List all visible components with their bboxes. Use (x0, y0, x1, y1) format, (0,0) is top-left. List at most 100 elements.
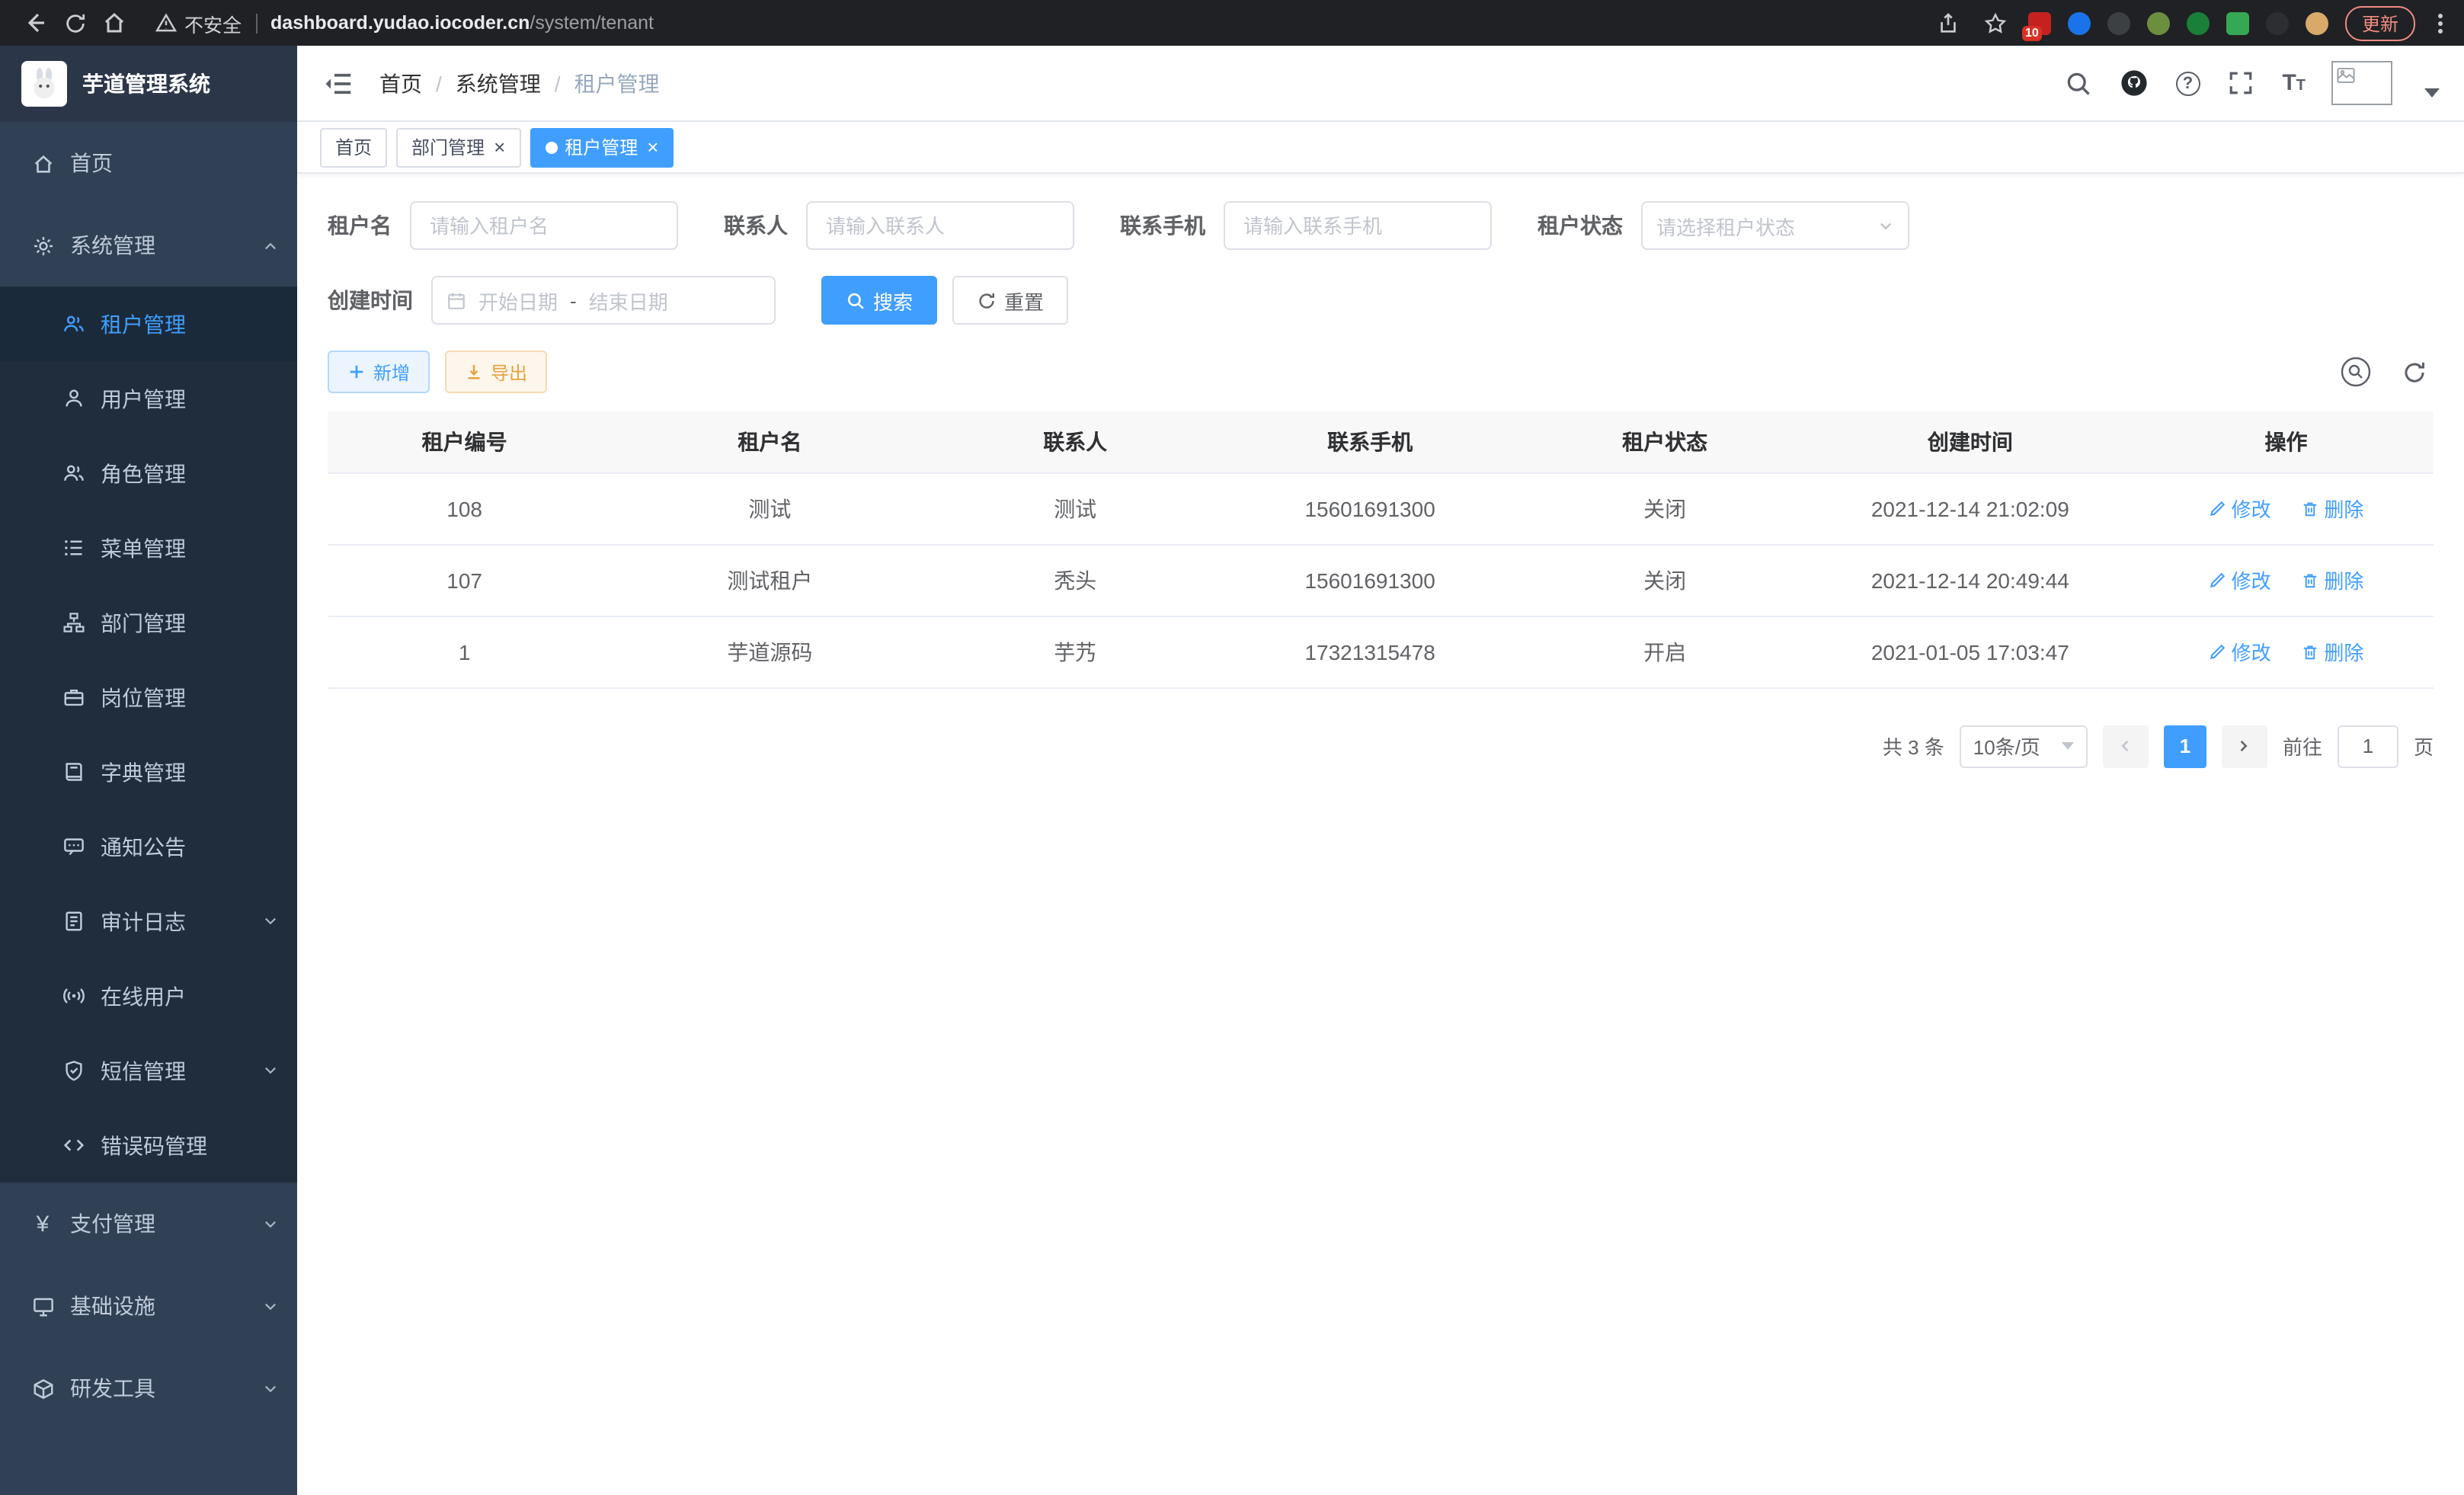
extension-icon[interactable] (2107, 11, 2130, 34)
dict-book-icon (61, 760, 85, 784)
mobile-input[interactable] (1224, 201, 1492, 250)
chevron-down-icon (261, 1215, 279, 1233)
extension-icon[interactable] (2226, 11, 2249, 34)
browser-home-icon[interactable] (94, 3, 134, 43)
create-time-range-picker[interactable]: 开始日期 - 结束日期 (431, 276, 776, 325)
sidebar-item-menu[interactable]: 菜单管理 (0, 511, 297, 585)
trash-icon (2301, 642, 2319, 661)
sidebar-item-system[interactable]: 系统管理 (0, 204, 297, 287)
browser-menu-icon[interactable] (2432, 10, 2449, 36)
breadcrumb-item[interactable]: 首页 (379, 68, 422, 98)
status-select[interactable]: 请选择租户状态 (1641, 201, 1909, 250)
extension-icon[interactable] (2068, 11, 2091, 34)
home-icon (30, 151, 55, 175)
cell-contact: 芋艿 (939, 616, 1212, 687)
next-page-button[interactable] (2222, 725, 2267, 767)
sidebar-item-devtools[interactable]: 研发工具 (0, 1347, 297, 1429)
search-button[interactable]: 搜索 (821, 276, 937, 325)
page-size-value: 10条/页 (1973, 731, 2040, 760)
col-tenant-name: 租户名 (601, 411, 938, 472)
status-label: 租户状态 (1538, 210, 1623, 241)
avatar-dropdown-caret-icon[interactable] (2424, 88, 2440, 97)
github-icon[interactable] (2119, 68, 2149, 98)
col-contact: 联系人 (939, 411, 1212, 472)
delete-button[interactable]: 删除 (2301, 637, 2363, 666)
sidebar-item-errcode[interactable]: 错误码管理 (0, 1108, 297, 1183)
tag-label: 部门管理 (411, 134, 485, 160)
toggle-search-icon[interactable] (2336, 352, 2376, 392)
extension-icon[interactable] (2147, 11, 2170, 34)
sidebar-item-user[interactable]: 用户管理 (0, 361, 297, 436)
edit-button[interactable]: 修改 (2209, 565, 2271, 594)
avatar[interactable] (2331, 61, 2392, 105)
extension-icon[interactable] (2187, 11, 2210, 34)
close-icon[interactable]: × (647, 137, 658, 157)
edit-button[interactable]: 修改 (2209, 494, 2271, 523)
add-button[interactable]: 新增 (328, 351, 430, 393)
goto-page-input[interactable] (2338, 725, 2398, 767)
sidebar-item-label: 研发工具 (70, 1373, 245, 1404)
tag-tenant-active[interactable]: 租户管理 × (530, 127, 674, 167)
chevron-down-icon (261, 912, 279, 930)
notice-message-icon (61, 834, 85, 859)
sidebar-item-label: 短信管理 (101, 1055, 245, 1086)
delete-button[interactable]: 删除 (2301, 494, 2363, 523)
sidebar-item-audit[interactable]: 审计日志 (0, 884, 297, 959)
extension-icon[interactable] (2266, 11, 2289, 34)
page-size-select[interactable]: 10条/页 (1960, 725, 2088, 767)
sidebar-item-dept[interactable]: 部门管理 (0, 585, 297, 660)
reset-button[interactable]: 重置 (952, 276, 1068, 325)
breadcrumb-item[interactable]: 系统管理 (456, 68, 541, 98)
sidebar-toggle-icon[interactable] (322, 66, 355, 100)
contact-input[interactable] (806, 201, 1074, 250)
sidebar-item-online[interactable]: 在线用户 (0, 959, 297, 1033)
browser-refresh-icon[interactable] (55, 3, 94, 43)
col-actions: 操作 (2139, 411, 2434, 472)
post-briefcase-icon (61, 685, 85, 709)
sidebar-item-payment[interactable]: ¥ 支付管理 (0, 1183, 297, 1265)
close-icon[interactable]: × (494, 137, 505, 157)
table-row: 1 芋道源码 芋艿 17321315478 开启 2021-01-05 17:0… (328, 616, 2434, 687)
refresh-table-icon[interactable] (2394, 352, 2434, 392)
edit-button[interactable]: 修改 (2209, 637, 2271, 666)
sidebar-item-sms[interactable]: 短信管理 (0, 1033, 297, 1108)
share-icon[interactable] (1934, 8, 1964, 38)
extension-icon[interactable]: 10 (2028, 11, 2051, 34)
fullscreen-icon[interactable] (2226, 68, 2256, 98)
font-size-icon[interactable]: TT (2282, 72, 2306, 94)
browser-back-icon[interactable] (15, 3, 55, 43)
search-icon[interactable] (2062, 68, 2093, 98)
tag-home[interactable]: 首页 (320, 127, 387, 167)
page-number-current[interactable]: 1 (2164, 725, 2206, 767)
sidebar-item-label: 通知公告 (101, 831, 279, 862)
sidebar-item-notice[interactable]: 通知公告 (0, 809, 297, 884)
sidebar-item-role[interactable]: 角色管理 (0, 436, 297, 511)
sidebar-item-tenant[interactable]: 租户管理 (0, 287, 297, 361)
cell-tenant-id: 107 (328, 544, 601, 616)
cell-tenant-name: 测试租户 (601, 544, 938, 616)
sidebar-item-dict[interactable]: 字典管理 (0, 735, 297, 809)
delete-button[interactable]: 删除 (2301, 565, 2363, 594)
tenant-users-icon (61, 312, 85, 336)
help-icon[interactable]: ? (2175, 71, 2200, 95)
tag-dept[interactable]: 部门管理 × (396, 127, 520, 167)
bookmark-star-icon[interactable] (1981, 8, 2011, 38)
cell-created: 2021-12-14 21:02:09 (1802, 472, 2139, 544)
cell-actions: 修改 删除 (2139, 544, 2434, 616)
tenant-name-input[interactable] (410, 201, 678, 250)
sidebar-menu: 首页 系统管理 租户管理 用户管理 角色管理 (0, 122, 297, 1429)
browser-update-button[interactable]: 更新 (2345, 5, 2415, 40)
sidebar-item-label: 租户管理 (101, 309, 279, 339)
prev-page-button[interactable] (2103, 725, 2149, 767)
export-button-label: 导出 (491, 359, 527, 385)
cell-actions: 修改 删除 (2139, 616, 2434, 687)
address-divider (255, 13, 257, 33)
export-button[interactable]: 导出 (445, 351, 547, 393)
sidebar-item-post[interactable]: 岗位管理 (0, 660, 297, 735)
extension-icon[interactable] (2306, 11, 2328, 34)
sidebar-item-home[interactable]: 首页 (0, 122, 297, 204)
chevron-down-icon (1877, 217, 1894, 234)
address-bar[interactable]: 不安全 dashboard.yudao.iocoder.cn/system/te… (155, 8, 1912, 37)
sidebar-item-infra[interactable]: 基础设施 (0, 1265, 297, 1347)
trash-icon (2301, 499, 2319, 517)
